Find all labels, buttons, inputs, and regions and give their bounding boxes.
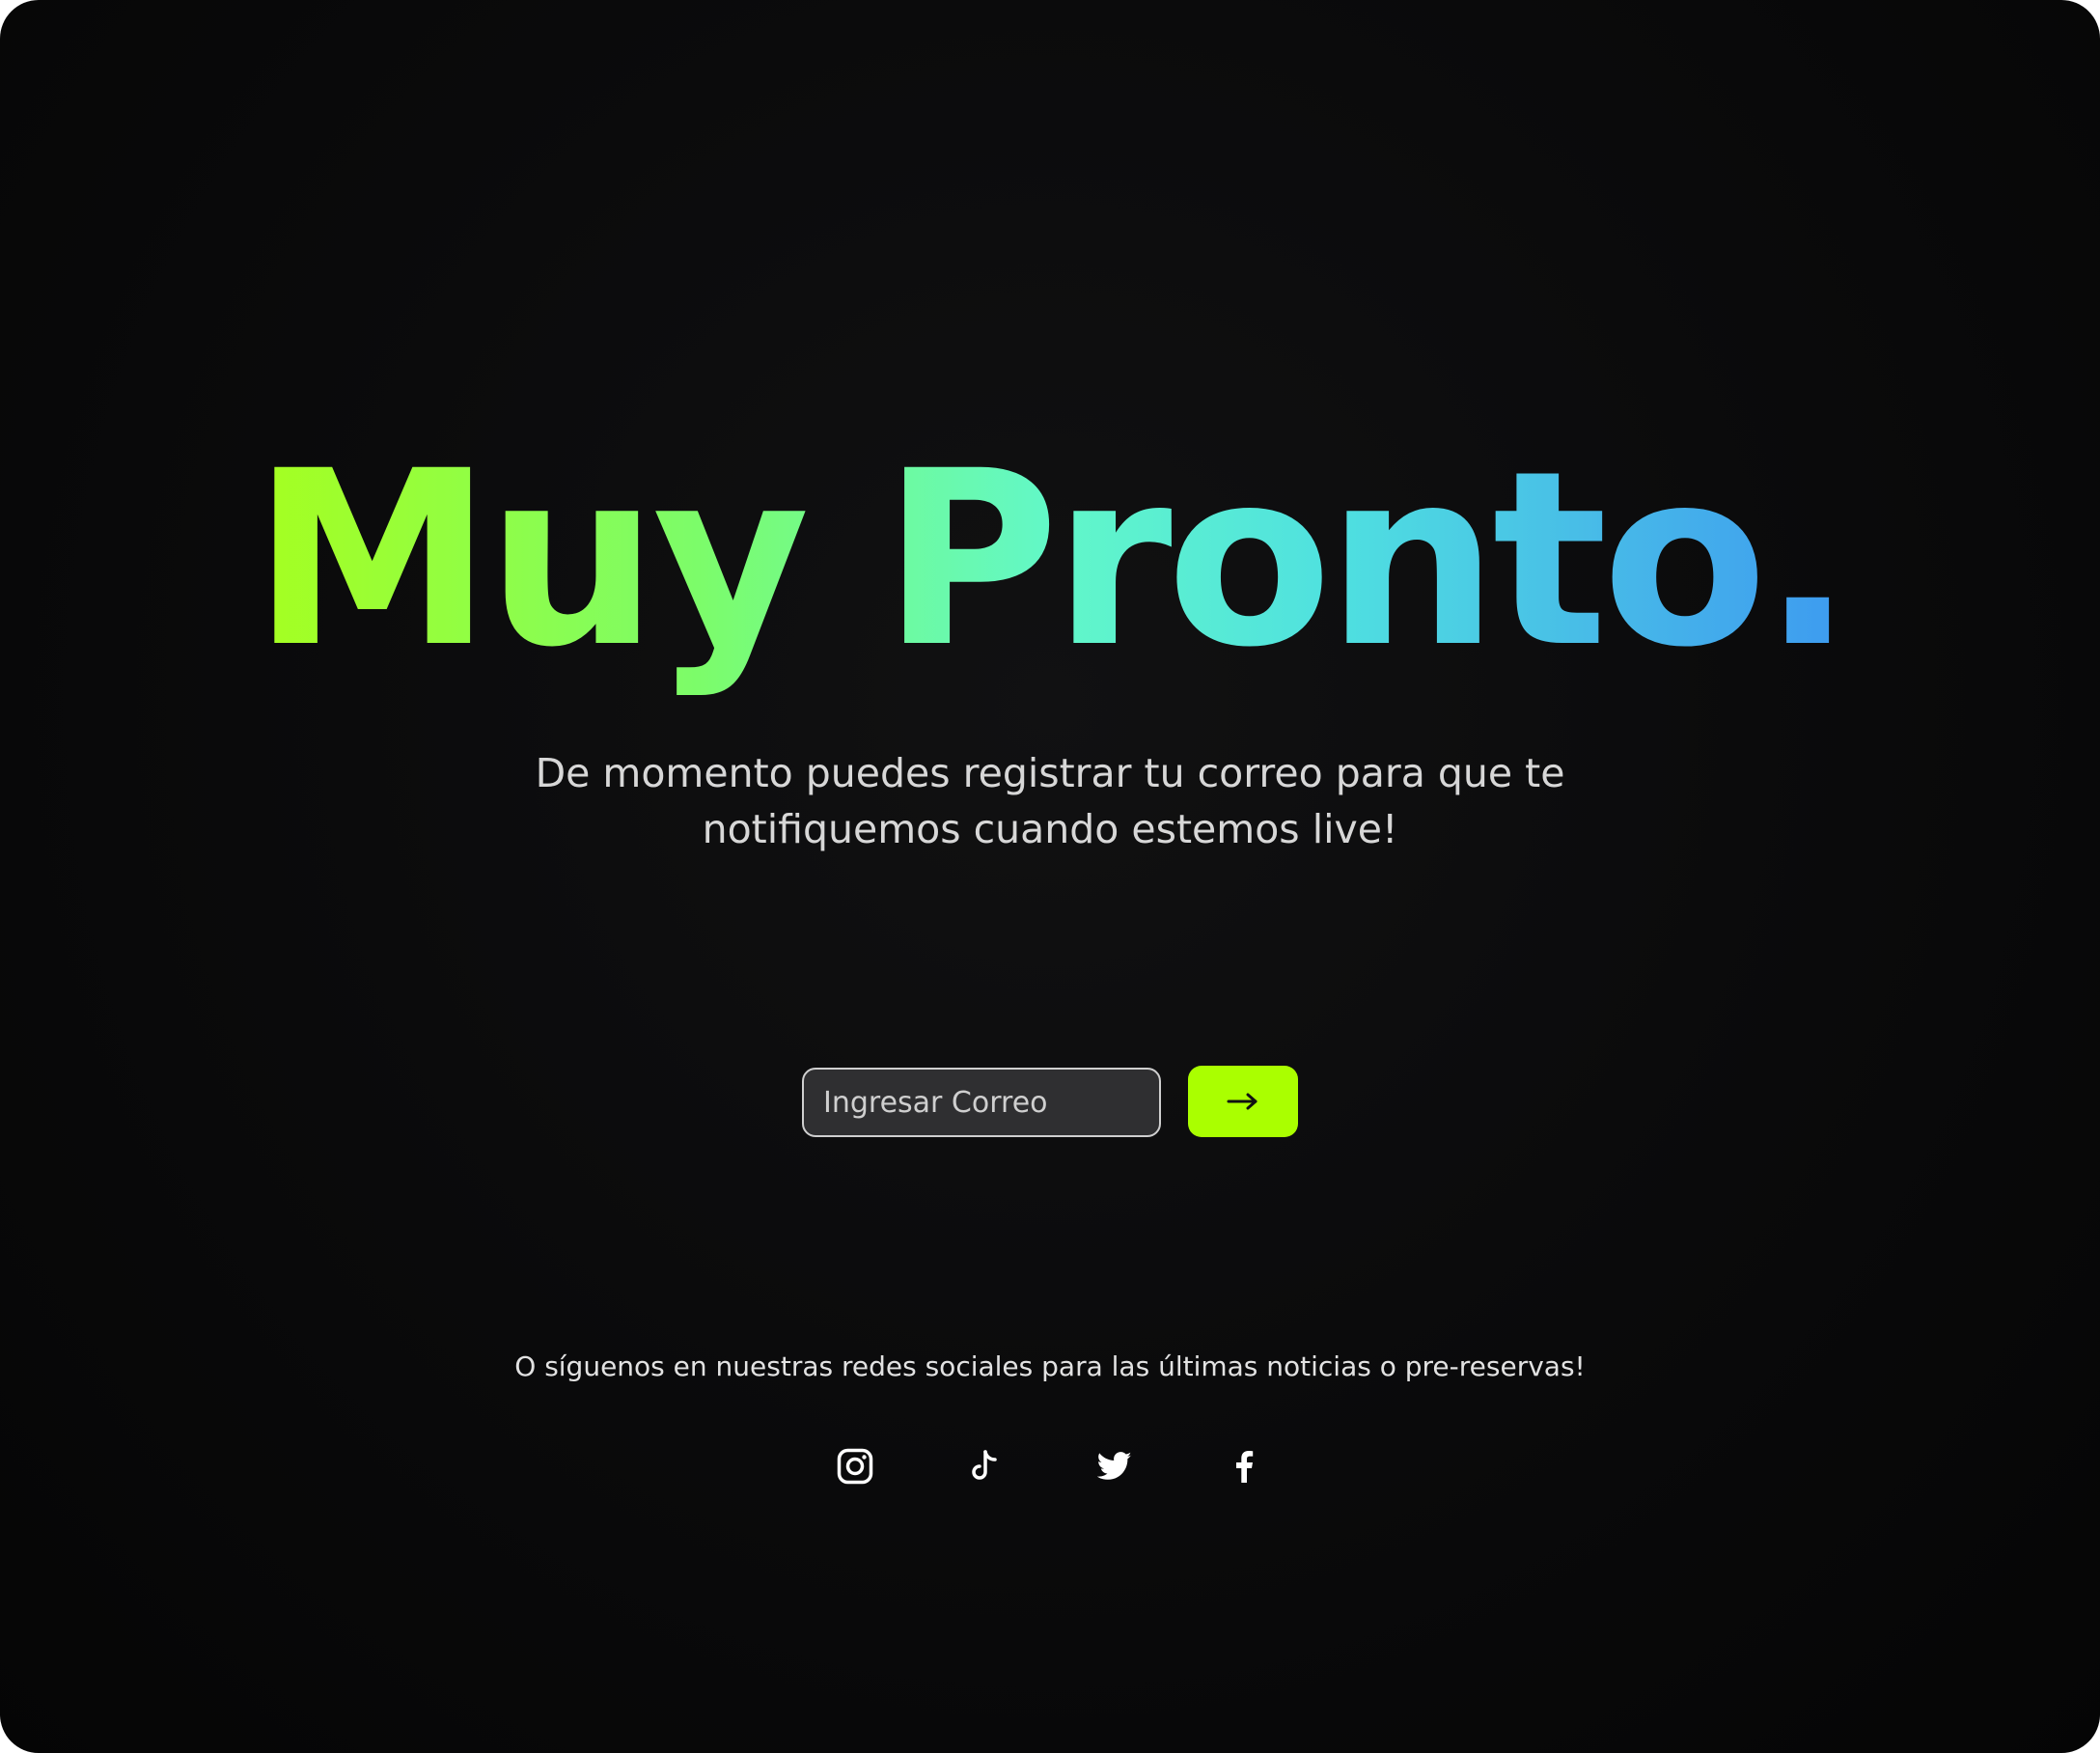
tiktok-link[interactable] [962,1444,1007,1489]
coming-soon-page: Muy Pronto. De momento puedes registrar … [0,0,2100,1753]
facebook-link[interactable] [1222,1444,1266,1489]
email-input[interactable] [802,1068,1161,1137]
instagram-link[interactable] [833,1444,877,1489]
page-title: Muy Pronto. [0,415,2100,705]
facebook-icon [1233,1450,1255,1483]
twitter-icon [1097,1452,1132,1481]
social-follow-text: O síguenos en nuestras redes sociales pa… [514,1350,1586,1382]
submit-button[interactable] [1188,1066,1298,1137]
page-title-text: Muy Pronto. [252,419,1853,700]
twitter-link[interactable] [1092,1444,1137,1489]
instagram-icon [837,1448,873,1485]
arrow-right-icon [1227,1092,1259,1111]
subtitle-text: De momento puedes registrar tu correo pa… [535,750,1565,852]
tiktok-icon [970,1450,999,1483]
